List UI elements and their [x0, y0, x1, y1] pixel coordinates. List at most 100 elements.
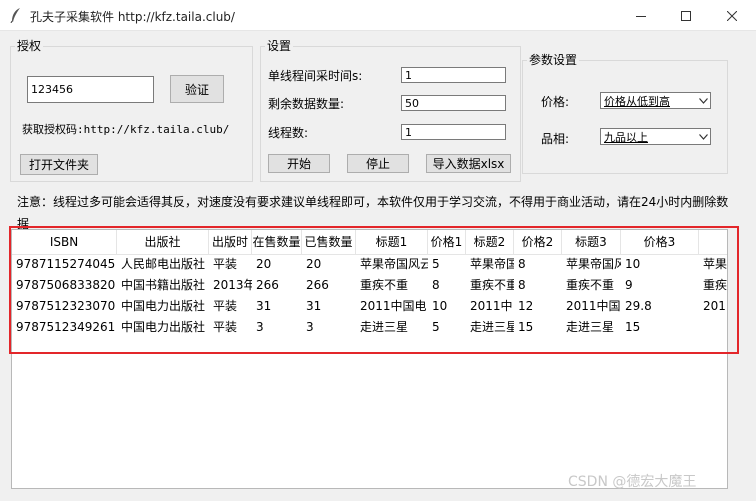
column-header[interactable]: 价格1	[428, 230, 466, 255]
table-cell: 20	[306, 257, 322, 271]
open-folder-button[interactable]: 打开文件夹	[20, 154, 98, 175]
import-xlsx-button[interactable]: 导入数据xlsx	[426, 154, 511, 173]
watermark: CSDN @德宏大魔王	[568, 474, 697, 490]
table-cell: 走进三星	[470, 320, 514, 334]
threads-label: 线程数:	[268, 126, 309, 140]
results-table[interactable]: ISBN 出版社 出版时 在售数量 已售数量 标题1 价格1 标题2 价格2 标题3 价格3 978…	[11, 229, 728, 489]
table-cell: 9787512323070	[16, 299, 116, 313]
column-header[interactable]: 在售数量	[252, 230, 302, 255]
table-cell: 5	[432, 257, 440, 271]
table-cell: 平装	[213, 257, 238, 271]
table-cell: 10	[432, 299, 448, 313]
table-cell: 重疾不重	[566, 278, 615, 292]
params-group: 参数设置	[522, 52, 728, 174]
table-cell: 中国电力出版社	[121, 299, 206, 313]
table-cell: 31	[256, 299, 272, 313]
column-header[interactable]: 价格2	[514, 230, 562, 255]
auth-code-input[interactable]: 123456	[27, 76, 154, 103]
column-header[interactable]: ISBN	[12, 230, 117, 255]
table-cell: 走进三星	[566, 320, 615, 334]
table-cell: 中国电力出版社	[121, 320, 206, 334]
table-cell: 9787512349261	[16, 320, 116, 334]
table-cell: 12	[518, 299, 534, 313]
feather-app-icon	[10, 8, 20, 23]
table-cell: 10	[625, 257, 641, 271]
price-label: 价格:	[541, 95, 570, 109]
table-row[interactable]: 9787506833820 中国书籍出版社 2013年 266 266 重疾不重 8 重疾不重…	[12, 275, 728, 295]
interval-label: 单线程间采时间s:	[268, 69, 363, 83]
table-cell: 266	[256, 278, 279, 292]
settings-group-label: 设置	[265, 38, 294, 54]
table-cell: 8	[518, 257, 526, 271]
table-cell: 重疾不重	[470, 278, 514, 292]
table-cell: 31	[306, 299, 322, 313]
table-cell: 重疾	[703, 278, 728, 292]
table-cell: 重疾不重	[360, 278, 409, 292]
table-cell: 2011	[703, 299, 727, 313]
table-cell: 苹果帝国	[470, 257, 514, 271]
stop-button[interactable]: 停止	[347, 154, 409, 173]
table-cell: 20	[256, 257, 272, 271]
window-title: 孔夫子采集软件 http://kfz.taila.club/	[30, 10, 235, 24]
table-cell: 5	[432, 320, 440, 334]
table-cell: 8	[518, 278, 526, 292]
chevron-down-icon	[696, 129, 710, 144]
table-header: ISBN 出版社 出版时 在售数量 已售数量 标题1 价格1 标题2 价格2 标题3 价格3	[12, 230, 727, 255]
table-row[interactable]: 9787512349261 中国电力出版社 平装 3 3 走进三星 5 走进三星 15 走进三星 1…	[12, 317, 727, 337]
table-cell: 苹果帝国风云	[360, 257, 428, 271]
table-cell: 2013年	[213, 278, 252, 292]
price-order-value: 价格从低到高	[604, 94, 670, 108]
quality-select[interactable]: 九品以上	[600, 128, 711, 145]
verify-button[interactable]: 验证	[170, 75, 224, 103]
table-cell: 15	[625, 320, 641, 334]
table-cell: 29.8	[625, 299, 652, 313]
minimize-icon	[636, 15, 646, 17]
table-row[interactable]: 9787512323070 中国电力出版社 平装 31 31 2011中国电 10 2011中…	[12, 296, 727, 316]
table-cell: 3	[306, 320, 314, 334]
quality-value: 九品以上	[604, 130, 648, 144]
params-group-label: 参数设置	[527, 52, 580, 68]
table-cell: 苹果	[703, 257, 728, 271]
remaining-label: 剩余数据数量:	[268, 97, 345, 111]
table-row[interactable]: 9787115274045 人民邮电出版社 平装 20 20 苹果帝国风云 5 苹果帝国 8 苹果…	[12, 254, 728, 274]
table-cell: 2011中	[470, 299, 513, 313]
close-button[interactable]	[709, 0, 755, 31]
maximize-button[interactable]	[663, 0, 709, 31]
column-header[interactable]	[699, 230, 727, 255]
table-cell: 8	[432, 278, 440, 292]
table-cell: 平装	[213, 299, 238, 313]
table-cell: 9787506833820	[16, 278, 116, 292]
table-cell: 平装	[213, 320, 238, 334]
start-button[interactable]: 开始	[268, 154, 330, 173]
auth-group-label: 授权	[15, 38, 44, 54]
title-bar: 孔夫子采集软件 http://kfz.taila.club/	[0, 0, 756, 31]
table-cell: 9787115274045	[16, 257, 116, 271]
table-cell: 人民邮电出版社	[121, 257, 206, 271]
table-cell: 苹果帝国风	[566, 257, 621, 271]
column-header[interactable]: 价格3	[621, 230, 699, 255]
threads-input[interactable]: 1	[401, 124, 506, 140]
interval-input[interactable]: 1	[401, 67, 506, 83]
column-header[interactable]: 标题3	[562, 230, 621, 255]
column-header[interactable]: 出版社	[117, 230, 209, 255]
table-cell: 266	[306, 278, 329, 292]
price-order-select[interactable]: 价格从低到高	[600, 92, 711, 109]
column-header[interactable]: 出版时	[209, 230, 252, 255]
table-cell	[699, 317, 727, 337]
table-cell: 3	[256, 320, 264, 334]
close-icon	[727, 10, 737, 21]
table-cell: 15	[518, 320, 534, 334]
quality-label: 品相:	[541, 132, 570, 146]
minimize-button[interactable]	[618, 0, 664, 31]
remaining-input[interactable]: 50	[401, 95, 506, 111]
get-auth-code-text: 获取授权码:http://kfz.taila.club/	[22, 123, 230, 136]
table-cell: 走进三星	[360, 320, 409, 334]
chevron-down-icon	[696, 93, 710, 108]
maximize-icon	[681, 10, 691, 21]
table-cell: 2011中国电	[360, 299, 427, 313]
column-header[interactable]: 标题1	[356, 230, 428, 255]
column-header[interactable]: 已售数量	[302, 230, 356, 255]
column-header[interactable]: 标题2	[466, 230, 514, 255]
table-cell: 2011中国	[566, 299, 621, 313]
table-cell: 中国书籍出版社	[121, 278, 206, 292]
